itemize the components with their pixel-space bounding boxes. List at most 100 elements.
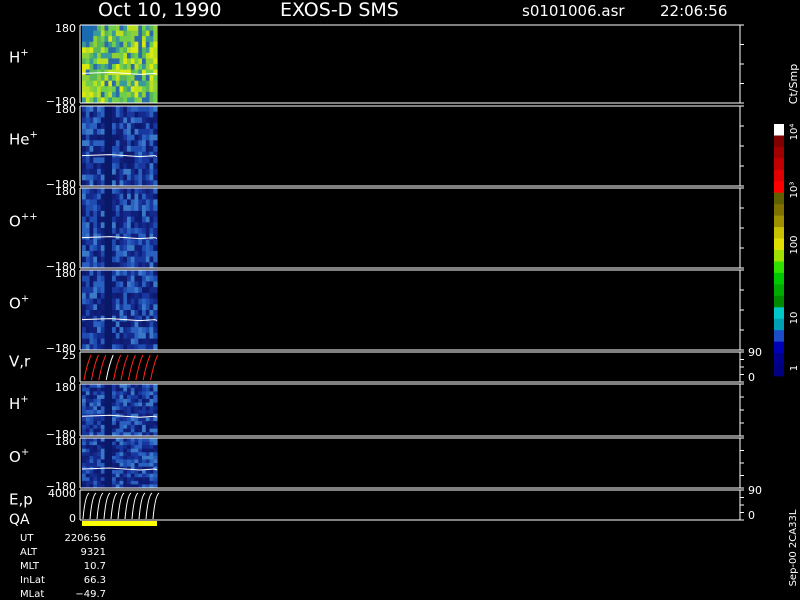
- spectrogram-cell: [93, 47, 98, 54]
- spectrogram-cell: [130, 281, 136, 288]
- panel-label: He+: [9, 129, 38, 148]
- spectrogram-cell: [97, 463, 102, 468]
- spectrogram-cell: [115, 47, 121, 54]
- spectrogram-cell: [108, 91, 113, 98]
- spectrogram-cell: [115, 281, 121, 288]
- spectrogram-cell: [108, 480, 113, 485]
- spectrogram-cell: [123, 69, 128, 76]
- spectrogram-cell: [97, 310, 102, 317]
- spectrogram-cell: [119, 134, 124, 141]
- spectrogram-cell: [153, 25, 158, 32]
- spectrogram-cell: [97, 281, 102, 288]
- spectrogram-cell: [119, 332, 124, 340]
- spectrogram-cell: [134, 410, 139, 415]
- spectrogram-cell: [127, 410, 132, 415]
- spectrogram-cell: [93, 86, 98, 93]
- spectrogram-cell: [145, 384, 151, 389]
- spectrogram-cell: [149, 395, 154, 400]
- spectrogram-cell: [138, 163, 143, 170]
- spectrogram-cell: [119, 188, 124, 195]
- spectrogram-cell: [100, 424, 106, 430]
- spectrogram-cell: [142, 287, 147, 294]
- spectrogram-cell: [82, 281, 87, 288]
- spectrogram-cell: [123, 117, 128, 124]
- spectrogram-cell: [104, 406, 109, 411]
- orbit-value: 10.7: [84, 561, 106, 572]
- spectrogram-cell: [145, 398, 151, 404]
- colorbar-swatch: [774, 146, 784, 159]
- spectrogram-cell: [127, 463, 132, 468]
- energy-curve: [138, 492, 146, 520]
- spectrogram-cell: [119, 321, 124, 328]
- spectrogram-cell: [149, 216, 154, 223]
- spectrogram-cell: [82, 210, 87, 218]
- spectrogram-cell: [97, 438, 102, 443]
- spectrogram-cell: [119, 47, 124, 54]
- spectrogram-cell: [142, 222, 147, 229]
- spectrogram-cell: [145, 480, 151, 485]
- spectrogram-cell: [142, 470, 147, 475]
- spectrogram-cell: [82, 292, 87, 300]
- spectrogram-cell: [134, 80, 139, 87]
- spectrogram-cell: [82, 25, 87, 32]
- spectrogram-cell: [130, 80, 136, 87]
- spectrogram-cell: [119, 292, 124, 300]
- colorbar-tick: 10⁴: [789, 124, 800, 141]
- spectrogram-cell: [104, 287, 109, 294]
- spectrogram-cell: [100, 157, 106, 164]
- spectrogram-cell: [115, 128, 121, 136]
- spectrogram-cell: [149, 315, 154, 322]
- spectrogram-cell: [93, 455, 98, 460]
- spectrogram-cell: [127, 193, 132, 200]
- spectrogram-cell: [123, 298, 128, 305]
- spectrogram-cell: [145, 86, 151, 93]
- spectrogram-cell: [89, 210, 94, 218]
- spectrogram-cell: [108, 199, 113, 206]
- spectrogram-cell: [93, 438, 98, 443]
- spectrogram-cell: [153, 452, 158, 457]
- spectrogram-cell: [100, 395, 106, 400]
- spectrogram-cell: [123, 25, 128, 32]
- spectrogram-cell: [93, 64, 98, 71]
- spectrogram-cell: [138, 58, 143, 65]
- qa-bar: [82, 521, 157, 526]
- spectrogram-cell: [104, 332, 109, 340]
- spectrogram-cell: [149, 391, 154, 396]
- spectrogram-cell: [108, 275, 113, 282]
- spectrogram-cell: [127, 128, 132, 136]
- spectrogram-cell: [130, 292, 136, 300]
- colorbar-swatch: [774, 158, 784, 171]
- spectrogram-cell: [82, 80, 87, 87]
- spectrogram-cell: [123, 463, 128, 468]
- spectrogram-cell: [82, 455, 87, 460]
- spectrogram-cell: [89, 398, 94, 404]
- spectrogram-cell: [112, 410, 117, 415]
- velocity-curve: [127, 354, 136, 381]
- spectrogram-cell: [112, 222, 117, 229]
- spectrogram-cell: [104, 402, 109, 407]
- spectrogram-cell: [145, 275, 151, 282]
- spectrogram-cell: [97, 292, 102, 300]
- spectrogram-cell: [89, 168, 94, 176]
- spectrogram-cell: [104, 128, 109, 136]
- energy-curve: [103, 492, 111, 520]
- spectrogram-cell: [142, 338, 147, 345]
- spectrogram-cell: [97, 321, 102, 328]
- spectrogram-cell: [97, 452, 102, 457]
- energy-curve: [117, 492, 125, 520]
- spectrogram-cell: [93, 327, 98, 334]
- spectrogram-cell: [153, 163, 158, 170]
- spectrogram-cell: [112, 30, 117, 37]
- spectrogram-cell: [108, 410, 113, 415]
- spectrogram-cell: [93, 111, 98, 118]
- spectrogram-cell: [153, 239, 158, 246]
- spectrogram-cell: [93, 445, 98, 450]
- spectrogram-cell: [112, 41, 117, 48]
- spectrogram-cell: [82, 91, 87, 98]
- spectrogram-cell: [97, 275, 102, 282]
- spectrogram-cell: [153, 69, 158, 76]
- spectrogram-cell: [104, 470, 109, 475]
- spectrogram-cell: [149, 445, 154, 450]
- spectrogram-cell: [127, 480, 132, 485]
- spectrogram-cell: [119, 245, 124, 252]
